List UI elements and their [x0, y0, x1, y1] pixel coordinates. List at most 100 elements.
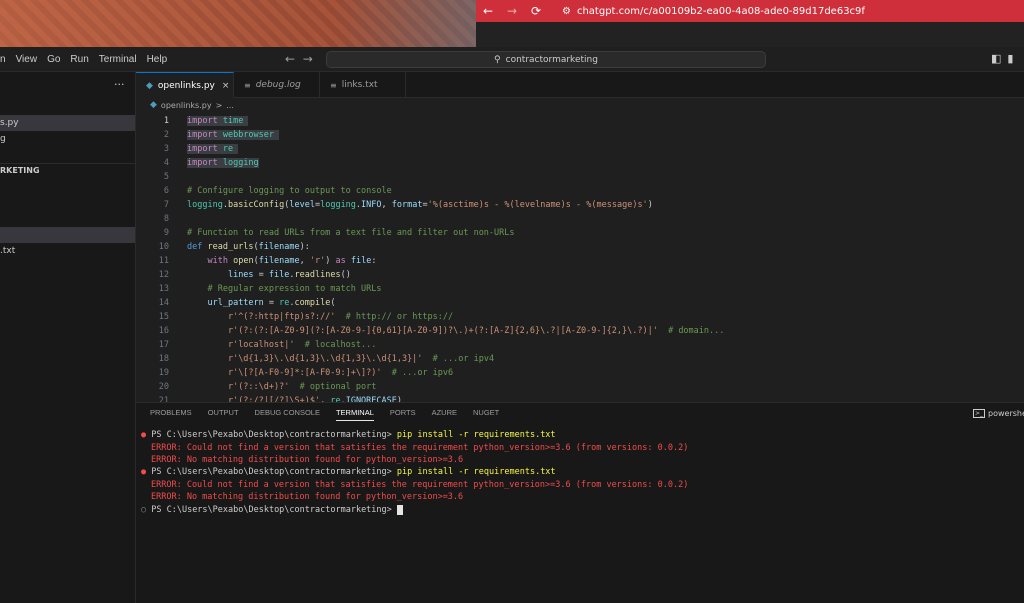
editor-nav-arrows: ← →: [285, 52, 313, 66]
browser-toolbar: ← → ⟳ ⚙ chatgpt.com/c/a00109b2-ea00-4a08…: [476, 0, 1024, 22]
terminal-instance[interactable]: >_ powershe: [973, 409, 1024, 418]
breadcrumb: ◆ openlinks.py > ...: [150, 100, 234, 110]
tab-label: debug.log: [255, 80, 301, 90]
line-number: 20: [158, 382, 169, 392]
section-header-label: RKETING: [0, 166, 40, 175]
line-number: 16: [158, 326, 169, 336]
line-number: 18: [158, 354, 169, 364]
line-number: 5: [163, 172, 169, 182]
nav-back-icon[interactable]: ←: [285, 52, 295, 66]
reload-icon[interactable]: ⟳: [524, 4, 548, 18]
nav-forward-icon[interactable]: →: [303, 52, 313, 66]
python-icon: ◆: [146, 80, 153, 91]
command-center-text: contractormarketing: [505, 54, 598, 65]
menu-terminal[interactable]: Terminal: [99, 54, 137, 65]
section-header[interactable]: RKETING: [0, 163, 135, 179]
line-number: 6: [163, 186, 169, 196]
tab-label: openlinks.py: [157, 80, 215, 91]
browser-content: [476, 22, 1024, 47]
terminal-instance-label: powershe: [988, 409, 1024, 418]
breadcrumb-symbol[interactable]: ...: [226, 101, 234, 110]
terminal-error: ERROR: No matching distribution found fo…: [151, 492, 464, 502]
explorer-item[interactable]: [0, 227, 135, 243]
panel-tab-ports[interactable]: PORTS: [390, 408, 416, 421]
panel-tab-debug-console[interactable]: DEBUG CONSOLE: [255, 408, 320, 421]
line-number: 3: [163, 144, 169, 154]
tab-openlinks[interactable]: ◆ openlinks.py ×: [136, 72, 234, 98]
line-number: 12: [158, 270, 169, 280]
explorer-item-label: s.py: [0, 118, 19, 128]
idle-dot-icon: ○: [141, 505, 147, 515]
tab-label: links.txt: [341, 80, 378, 90]
menu-run[interactable]: Run: [70, 54, 88, 65]
toggle-sidebar-icon[interactable]: ◧: [991, 52, 1001, 65]
line-number: 1: [163, 116, 169, 126]
code-line: 1 import time: [136, 114, 1024, 128]
line-number: 2: [163, 130, 169, 140]
terminal-command: pip install -r requirements.txt: [396, 467, 556, 477]
panel-tabs: PROBLEMS OUTPUT DEBUG CONSOLE TERMINAL P…: [150, 408, 499, 421]
tab-links-txt[interactable]: ≡ links.txt: [320, 72, 406, 98]
panel-tab-terminal[interactable]: TERMINAL: [335, 408, 374, 421]
panel-tab-nuget[interactable]: NUGET: [473, 408, 499, 421]
terminal-line[interactable]: ○ PS C:\Users\Pexabo\Desktop\contractorm…: [141, 504, 403, 517]
code-line: 14 url_pattern = re.compile(: [136, 296, 1024, 310]
back-arrow-icon[interactable]: ←: [476, 4, 500, 18]
code-line: 9 # Function to read URLs from a text fil…: [136, 226, 1024, 240]
code-line: 21 r'(?:/?|[/?]\S+)$', re.IGNORECASE): [136, 394, 1024, 402]
code-line: 7 logging.basicConfig(level=logging.INFO,…: [136, 198, 1024, 212]
terminal-line: ● PS C:\Users\Pexabo\Desktop\contractorm…: [141, 466, 556, 479]
code-line: 3 import re: [136, 142, 1024, 156]
close-icon[interactable]: ×: [222, 81, 230, 91]
explorer-item[interactable]: g: [0, 131, 135, 147]
address-bar[interactable]: ⚙ chatgpt.com/c/a00109b2-ea00-4a08-ade0-…: [554, 2, 873, 20]
site-info-icon[interactable]: ⚙: [562, 6, 571, 17]
code-line: 15 r'^(?:http|ftp)s?://' # http:// or ht…: [136, 310, 1024, 324]
code-line: 5: [136, 170, 1024, 184]
code-line: 8: [136, 212, 1024, 226]
line-number: 19: [158, 368, 169, 378]
error-dot-icon: ●: [141, 467, 147, 477]
line-number: 8: [163, 214, 169, 224]
panel-tab-problems[interactable]: PROBLEMS: [150, 408, 192, 421]
code-line: 18 r'\d{1,3}\.\d{1,3}\.\d{1,3}\.\d{1,3}|…: [136, 352, 1024, 366]
code-line: 16 r'(?:(?:[A-Z0-9](?:[A-Z0-9-]{0,61}[A-…: [136, 324, 1024, 338]
chevron-right-icon: >: [215, 100, 223, 110]
code-line: 17 r'localhost|' # localhost...: [136, 338, 1024, 352]
menu-view[interactable]: View: [16, 54, 38, 65]
terminal-error: ERROR: No matching distribution found fo…: [151, 455, 464, 465]
menu-help[interactable]: Help: [147, 54, 168, 65]
line-number: 14: [158, 298, 169, 308]
code-line: 2 import webbrowser: [136, 128, 1024, 142]
terminal-prompt: PS C:\Users\Pexabo\Desktop\contractormar…: [151, 467, 392, 477]
terminal-prompt: PS C:\Users\Pexabo\Desktop\contractormar…: [151, 505, 392, 515]
code-line: 4 import logging: [136, 156, 1024, 170]
command-center[interactable]: ⚲ contractormarketing: [326, 51, 766, 68]
code-line: 10 def read_urls(filename):: [136, 240, 1024, 254]
layout-controls: ◧ ▮: [991, 52, 1013, 65]
toggle-panel-icon[interactable]: ▮: [1007, 52, 1013, 65]
wallpaper-overlay: [0, 0, 476, 47]
explorer-item[interactable]: .txt: [0, 243, 135, 259]
forward-arrow-icon[interactable]: →: [500, 4, 524, 18]
menu-go[interactable]: Go: [47, 54, 60, 65]
code-line: 11 with open(filename, 'r') as file:: [136, 254, 1024, 268]
code-line: 19 r'\[?[A-F0-9]*:[A-F0-9:]+\]?)' # ...o…: [136, 366, 1024, 380]
panel-tab-azure[interactable]: AZURE: [432, 408, 457, 421]
error-dot-icon: ●: [141, 430, 147, 440]
line-number: 7: [163, 200, 169, 210]
explorer-item[interactable]: s.py: [0, 115, 135, 131]
breadcrumb-file[interactable]: openlinks.py: [161, 101, 212, 110]
code-line: 13 # Regular expression to match URLs: [136, 282, 1024, 296]
terminal-cursor: [396, 504, 403, 515]
tab-debug-log[interactable]: ≡ debug.log: [234, 72, 320, 98]
terminal-error: ERROR: Could not find a version that sat…: [151, 480, 689, 490]
more-actions-icon[interactable]: ···: [114, 78, 125, 91]
lines-icon: ≡: [244, 80, 251, 90]
terminal-prompt: PS C:\Users\Pexabo\Desktop\contractormar…: [151, 430, 392, 440]
panel-tab-output[interactable]: OUTPUT: [208, 408, 239, 421]
search-icon: ⚲: [494, 54, 501, 65]
line-number: 4: [163, 158, 169, 168]
menu-partial[interactable]: n: [0, 54, 6, 65]
line-number: 9: [163, 228, 169, 238]
